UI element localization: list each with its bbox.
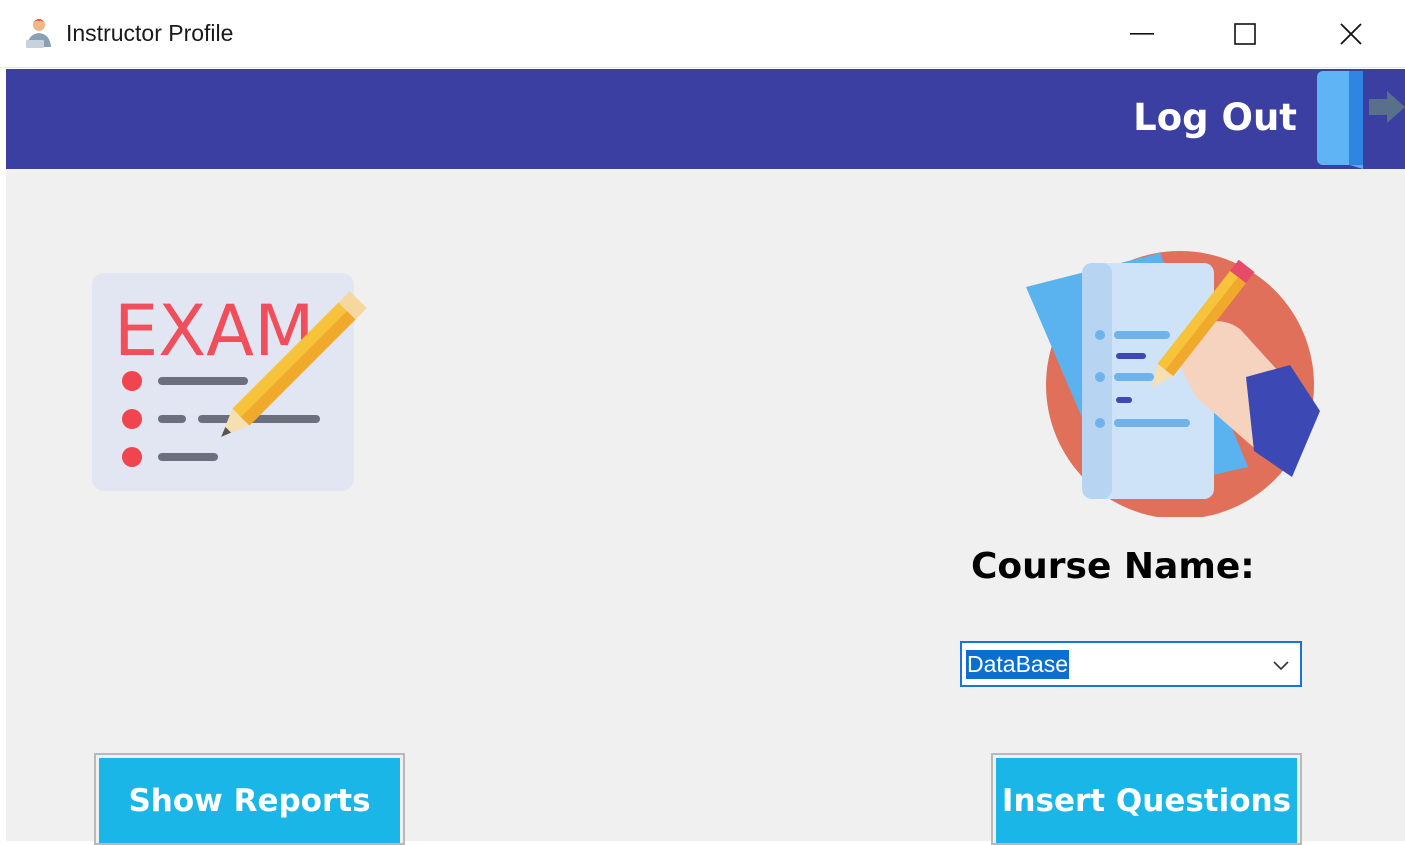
close-button[interactable] bbox=[1298, 0, 1404, 68]
maximize-button[interactable] bbox=[1192, 0, 1298, 68]
exam-paper-pencil-icon: EXAM bbox=[92, 273, 367, 491]
hand-writing-document-icon bbox=[1026, 251, 1320, 517]
minimize-button[interactable] bbox=[1089, 0, 1195, 68]
maximize-icon bbox=[1234, 23, 1256, 45]
user-avatar-icon bbox=[26, 19, 51, 48]
close-icon bbox=[1340, 23, 1362, 45]
window-title: Instructor Profile bbox=[66, 20, 234, 46]
course-name-label: Course Name: bbox=[971, 546, 1255, 587]
minimize-icon bbox=[1130, 33, 1154, 35]
show-reports-button-frame: Show Reports bbox=[94, 753, 405, 845]
main-content: EXAM Course Name: DataBase Show Reports … bbox=[6, 169, 1405, 845]
door-exit-icon[interactable] bbox=[1309, 69, 1405, 169]
chevron-down-icon bbox=[1273, 661, 1289, 671]
show-reports-button[interactable]: Show Reports bbox=[99, 758, 400, 843]
window-titlebar: Instructor Profile bbox=[0, 0, 1405, 68]
course-select-value: DataBase bbox=[966, 650, 1070, 679]
insert-questions-button[interactable]: Insert Questions bbox=[996, 758, 1297, 843]
header-bar: Log Out bbox=[6, 69, 1405, 169]
insert-questions-button-frame: Insert Questions bbox=[991, 753, 1302, 845]
logout-label[interactable]: Log Out bbox=[1133, 96, 1297, 139]
course-select[interactable]: DataBase bbox=[960, 641, 1302, 687]
